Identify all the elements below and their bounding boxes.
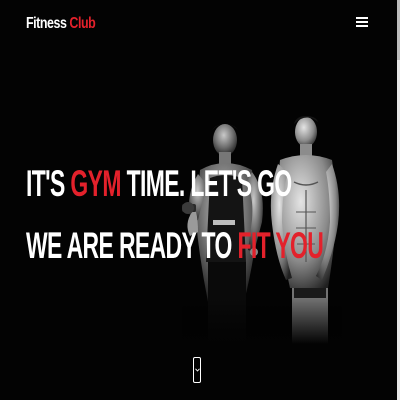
logo-main-text: Fitness: [26, 15, 67, 32]
headline-accent-text: FIT YOU: [237, 225, 324, 266]
hamburger-menu-icon[interactable]: [356, 16, 370, 28]
site-logo[interactable]: Fitness Club: [26, 15, 96, 33]
hero-headline-line-1: IT'S GYM TIME. LET'S GO: [26, 165, 292, 202]
scroll-down-button[interactable]: [193, 357, 201, 383]
logo-accent-text: Club: [69, 15, 96, 32]
hero-section: Fitness Club IT'S GYM TIME. LET'S GO WE …: [0, 0, 397, 400]
menu-bar: [356, 25, 368, 27]
headline-text: IT'S: [26, 163, 71, 204]
headline-text: WE ARE READY TO: [26, 225, 238, 266]
menu-bar: [356, 21, 368, 23]
headline-accent-text: GYM: [70, 163, 121, 204]
headline-text: TIME. LET'S GO: [120, 163, 293, 204]
chevron-down-icon: [195, 368, 200, 372]
hero-headline-line-2: WE ARE READY TO FIT YOU: [26, 225, 324, 266]
menu-bar: [356, 17, 368, 19]
